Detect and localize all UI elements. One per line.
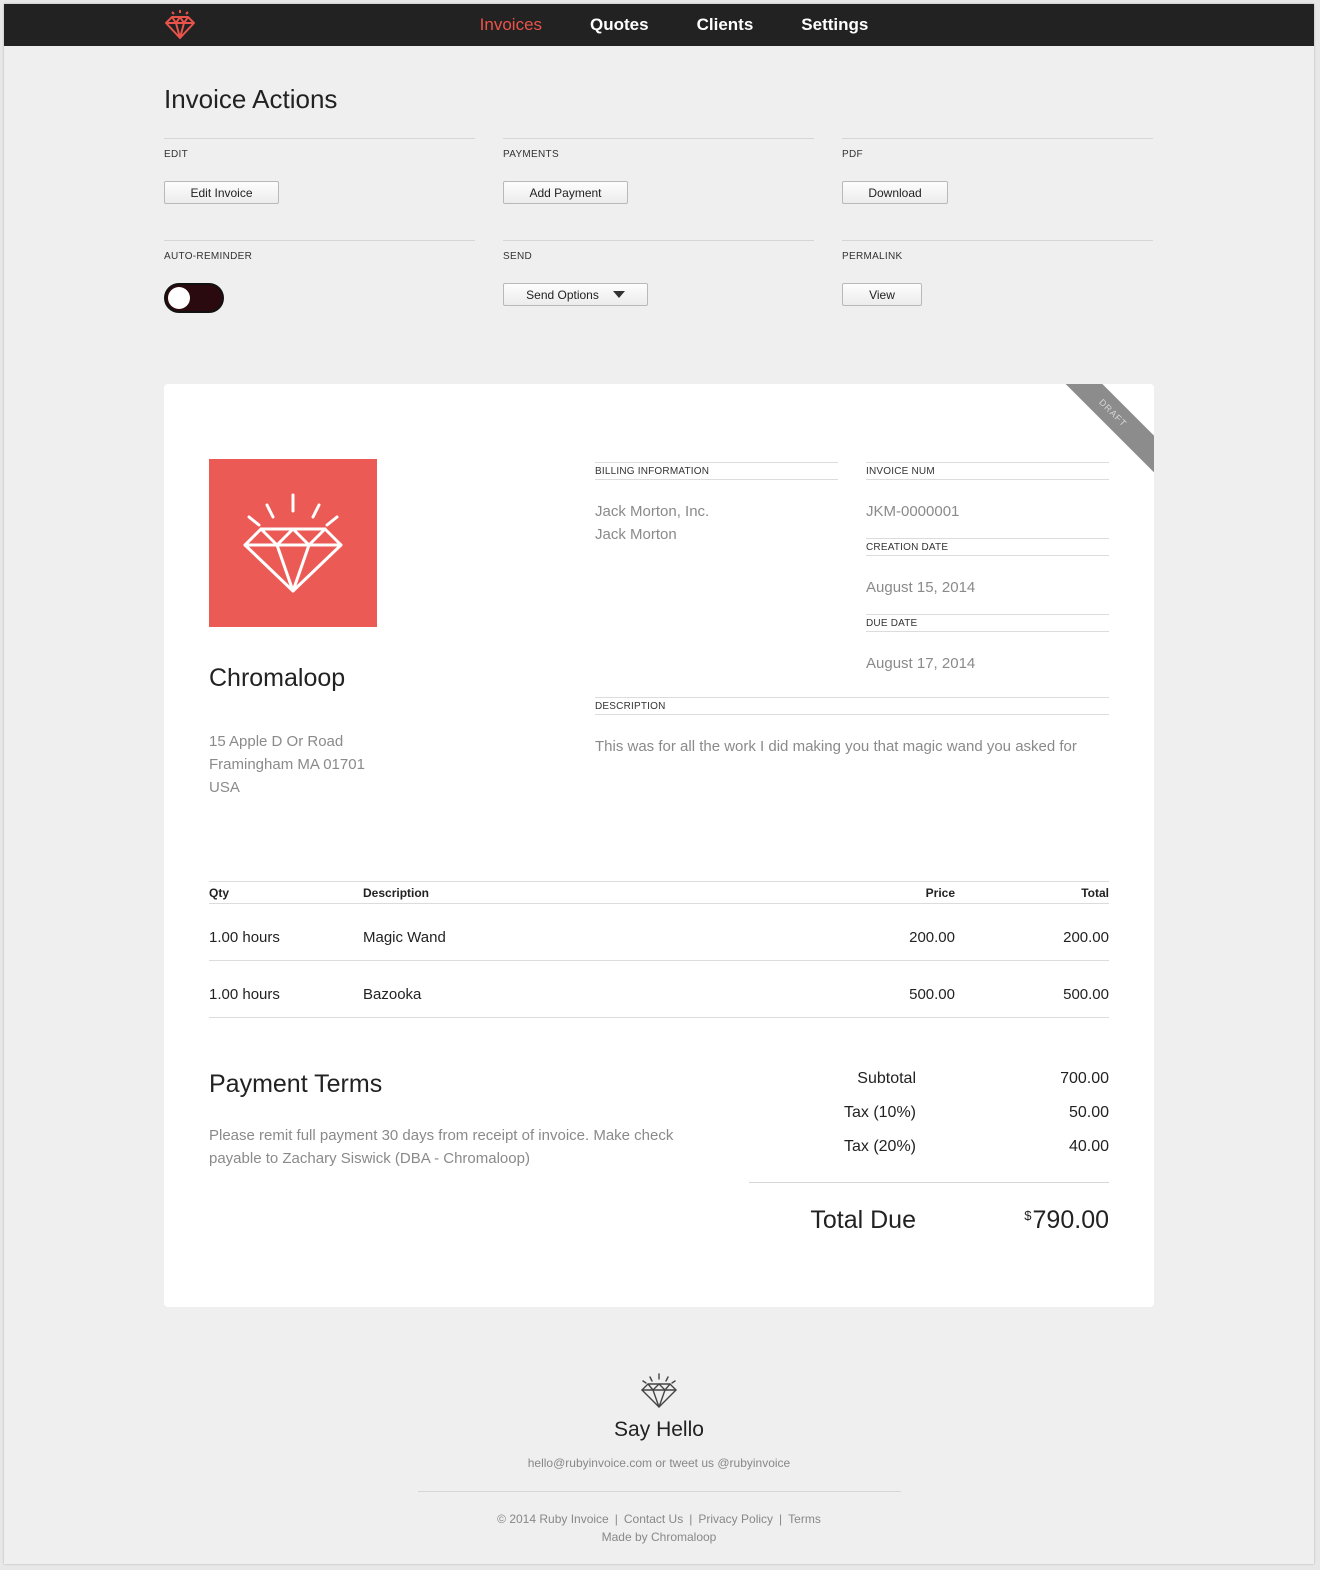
- action-edit: EDIT Edit Invoice: [164, 138, 475, 204]
- invoice-num-value: JKM-0000001: [866, 503, 960, 520]
- tax-value: 50.00: [1068, 1104, 1109, 1121]
- payment-terms-title: Payment Terms: [209, 1070, 383, 1098]
- address-line: 15 Apple D Or Road: [209, 733, 344, 750]
- footer-title: Say Hello: [614, 1418, 704, 1441]
- copyright-text: © 2014 Ruby Invoice: [497, 1512, 609, 1526]
- page: Invoices Quotes Clients Settings Invoice…: [4, 4, 1314, 1564]
- auto-reminder-toggle[interactable]: [164, 283, 224, 313]
- table-row: 1.00 hours Bazooka 500.00 500.00: [209, 961, 1109, 1018]
- total-due-amount: 790.00: [1032, 1206, 1109, 1234]
- description: DESCRIPTION This was for all the work I …: [595, 697, 1109, 758]
- nav-links: Invoices Quotes Clients Settings: [4, 4, 1314, 46]
- view-button[interactable]: View: [842, 283, 922, 306]
- billing-label: BILLING INFORMATION: [595, 462, 838, 480]
- tax-row: Tax (20%) 40.00: [749, 1138, 1109, 1162]
- action-send: SEND Send Options: [503, 240, 814, 306]
- due-date-value: August 17, 2014: [866, 655, 976, 672]
- invoice-num-label: INVOICE NUM: [866, 462, 1109, 480]
- creation-date: CREATION DATE August 15, 2014: [866, 538, 1109, 599]
- billing-line: Jack Morton: [595, 526, 677, 543]
- tax-value: 40.00: [1068, 1138, 1109, 1155]
- action-payments: PAYMENTS Add Payment: [503, 138, 814, 204]
- subtotal-value: 700.00: [1060, 1070, 1109, 1087]
- total-due: Total Due $790.00: [749, 1206, 1109, 1246]
- contact-us-link[interactable]: Contact Us: [624, 1512, 683, 1526]
- nav-item-clients[interactable]: Clients: [697, 4, 754, 46]
- action-permalink-label: PERMALINK: [842, 251, 903, 262]
- action-permalink: PERMALINK View: [842, 240, 1153, 306]
- top-nav: Invoices Quotes Clients Settings: [4, 4, 1314, 46]
- description-label: DESCRIPTION: [595, 697, 1109, 715]
- address-line: USA: [209, 779, 240, 796]
- terms-link[interactable]: Terms: [788, 1512, 821, 1526]
- company-address: 15 Apple D Or Road Framingham MA 01701 U…: [209, 730, 365, 799]
- nav-item-quotes[interactable]: Quotes: [590, 4, 649, 46]
- line-items-table: Qty Description Price Total 1.00 hours M…: [209, 881, 1109, 1018]
- action-pdf-label: PDF: [842, 149, 863, 160]
- subtotal-row: Subtotal 700.00: [749, 1070, 1109, 1094]
- nav-item-invoices[interactable]: Invoices: [480, 4, 542, 46]
- footer-contact[interactable]: hello@rubyinvoice.com or tweet us @rubyi…: [4, 1456, 1314, 1470]
- creation-date-label: CREATION DATE: [866, 538, 1109, 556]
- address-line: Framingham MA 01701: [209, 756, 365, 773]
- cell-description: Bazooka: [363, 986, 422, 1003]
- creation-date-value: August 15, 2014: [866, 579, 976, 596]
- header-description: Description: [363, 886, 430, 900]
- action-edit-label: EDIT: [164, 149, 188, 160]
- separator: |: [779, 1512, 783, 1526]
- cell-price: 500.00: [909, 986, 955, 1003]
- edit-invoice-button[interactable]: Edit Invoice: [164, 181, 279, 204]
- tax-label: Tax (10%): [843, 1104, 916, 1121]
- totals-divider: [749, 1182, 1109, 1183]
- caret-down-icon: [612, 291, 625, 298]
- invoice-card: DRAFT Chromaloop 15 Apple D Or Road Fram…: [164, 384, 1154, 1307]
- made-by-text[interactable]: Made by Chromaloop: [4, 1530, 1314, 1544]
- nav-item-settings[interactable]: Settings: [801, 4, 868, 46]
- due-date: DUE DATE August 17, 2014: [866, 614, 1109, 675]
- billing-line: Jack Morton, Inc.: [595, 503, 710, 520]
- cell-total: 500.00: [1063, 986, 1109, 1003]
- action-auto-reminder-label: AUTO-REMINDER: [164, 251, 253, 262]
- total-due-label: Total Due: [810, 1206, 916, 1234]
- tax-row: Tax (10%) 50.00: [749, 1104, 1109, 1128]
- download-button[interactable]: Download: [842, 181, 948, 204]
- due-date-label: DUE DATE: [866, 614, 1109, 632]
- toggle-knob: [168, 287, 190, 309]
- action-pdf: PDF Download: [842, 138, 1153, 204]
- company-logo: [209, 459, 377, 627]
- payment-terms-text: Please remit full payment 30 days from r…: [209, 1127, 674, 1167]
- footer-links: © 2014 Ruby Invoice | Contact Us | Privacy P…: [4, 1512, 1314, 1526]
- diamond-icon: [243, 493, 343, 593]
- privacy-policy-link[interactable]: Privacy Policy: [698, 1512, 773, 1526]
- separator: |: [614, 1512, 618, 1526]
- currency-symbol: $: [1024, 1208, 1032, 1223]
- table-row: 1.00 hours Magic Wand 200.00 200.00: [209, 904, 1109, 961]
- diamond-icon: [641, 1373, 677, 1408]
- tax-label: Tax (20%): [843, 1138, 916, 1155]
- company-name: Chromaloop: [209, 664, 346, 692]
- description-value: This was for all the work I did making y…: [595, 738, 1077, 755]
- footer-divider: [418, 1491, 901, 1492]
- page-title: Invoice Actions: [164, 84, 338, 114]
- add-payment-button[interactable]: Add Payment: [503, 181, 628, 204]
- action-payments-label: PAYMENTS: [503, 149, 559, 160]
- table-header: Qty Description Price Total: [209, 881, 1109, 904]
- cell-qty: 1.00 hours: [209, 986, 280, 1003]
- invoice-num: INVOICE NUM JKM-0000001: [866, 462, 1109, 523]
- send-options-label: Send Options: [526, 287, 599, 302]
- action-auto-reminder: AUTO-REMINDER: [164, 240, 475, 313]
- separator: |: [689, 1512, 693, 1526]
- send-options-button[interactable]: Send Options: [503, 283, 648, 306]
- header-total: Total: [1081, 886, 1109, 900]
- billing-information: BILLING INFORMATION Jack Morton, Inc. Ja…: [595, 462, 838, 546]
- header-price: Price: [925, 886, 955, 900]
- total-due-value: $790.00: [1024, 1206, 1109, 1235]
- billing-value: Jack Morton, Inc. Jack Morton: [595, 500, 838, 546]
- header-qty: Qty: [209, 886, 230, 900]
- action-send-label: SEND: [503, 251, 532, 262]
- subtotal-label: Subtotal: [857, 1070, 916, 1087]
